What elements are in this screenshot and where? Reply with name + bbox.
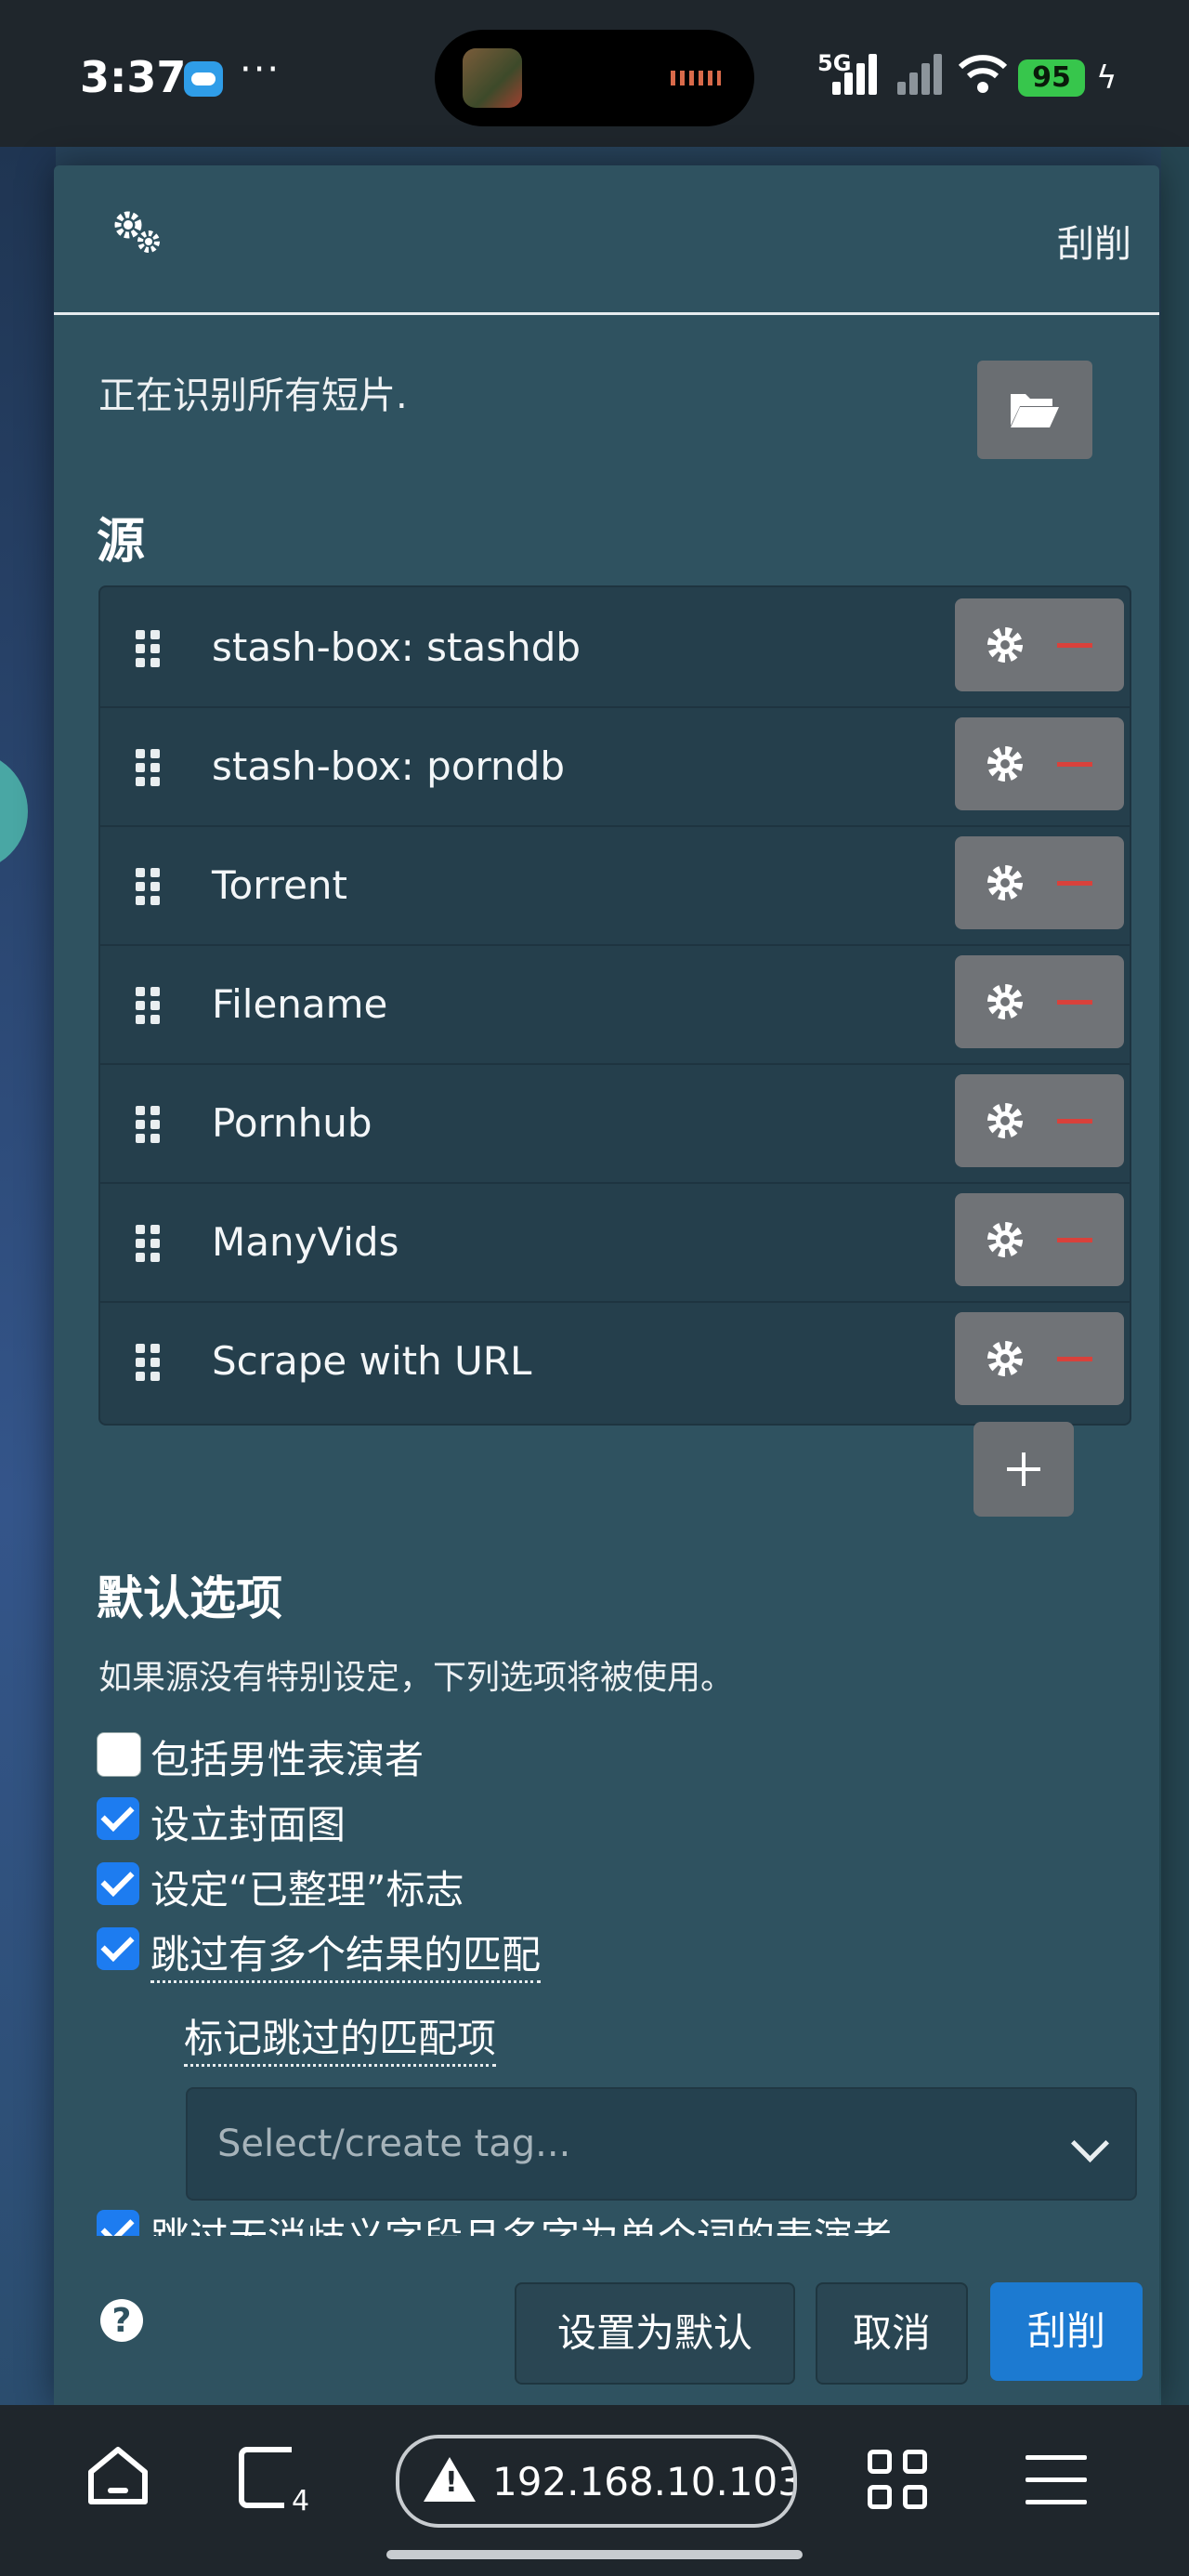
- drag-handle-icon[interactable]: [136, 987, 163, 1024]
- signal-secondary-icon: [897, 54, 946, 95]
- source-actions: [955, 1193, 1124, 1286]
- clock: 3:37: [80, 52, 187, 102]
- remove-icon[interactable]: [1057, 1000, 1092, 1005]
- set-default-button[interactable]: 设置为默认: [515, 2282, 795, 2385]
- drag-handle-icon[interactable]: [136, 1106, 163, 1143]
- background-sidebar: [0, 147, 56, 2405]
- option-label: 跳过有多个结果的匹配: [150, 1924, 542, 1983]
- skipped-tag-label: 标记跳过的匹配项: [184, 2007, 497, 2067]
- scrape-button[interactable]: 刮削: [990, 2282, 1143, 2381]
- source-row-filename[interactable]: Filename: [100, 944, 1130, 1065]
- source-row-pornhub[interactable]: Pornhub: [100, 1063, 1130, 1184]
- gear-icon[interactable]: [985, 743, 1026, 784]
- source-actions: [955, 1074, 1124, 1167]
- source-label: Torrent: [212, 862, 348, 908]
- source-actions: [955, 1312, 1124, 1405]
- source-row-stashdb[interactable]: stash-box: stashdb: [100, 587, 1130, 708]
- tag-select-placeholder: Select/create tag...: [217, 2123, 571, 2165]
- checkbox[interactable]: [97, 1927, 139, 1970]
- drag-handle-icon[interactable]: [136, 868, 163, 905]
- drag-handle-icon[interactable]: [136, 1225, 163, 1262]
- status-bar: 3:37 ··· 5G 95 ϟ: [0, 0, 1189, 147]
- source-label: Scrape with URL: [212, 1338, 532, 1384]
- source-label: stash-box: stashdb: [212, 624, 581, 670]
- tag-select[interactable]: Select/create tag...: [186, 2087, 1137, 2201]
- more-dots-icon: ···: [240, 48, 281, 91]
- url-bar[interactable]: 192.168.10.103:9: [396, 2435, 797, 2528]
- source-label: stash-box: porndb: [212, 743, 565, 789]
- app-thumbnail-icon: [463, 48, 522, 108]
- checkbox[interactable]: [97, 1732, 141, 1777]
- option-label: 设定“已整理”标志: [150, 1867, 464, 1912]
- gear-icon[interactable]: [985, 1100, 1026, 1141]
- scrape-modal: 刮削 正在识别所有短片. 源 stash-box: stashdb stash-…: [54, 165, 1159, 2405]
- source-actions: [955, 717, 1124, 810]
- remove-icon[interactable]: [1057, 1357, 1092, 1361]
- browser-toolbar: 4 192.168.10.103:9: [0, 2405, 1189, 2576]
- gear-icon[interactable]: [985, 1219, 1026, 1260]
- sources-heading: 源: [97, 514, 146, 570]
- source-label: Filename: [212, 981, 388, 1027]
- checkbox[interactable]: [97, 1862, 139, 1905]
- remove-icon[interactable]: [1057, 643, 1092, 648]
- gear-icon[interactable]: [985, 981, 1026, 1022]
- modal-footer: ? 设置为默认 取消 刮削: [54, 2236, 1159, 2405]
- remove-icon[interactable]: [1057, 1119, 1092, 1124]
- remove-icon[interactable]: [1057, 762, 1092, 767]
- defaults-heading: 默认选项: [97, 1571, 282, 1625]
- source-actions: [955, 836, 1124, 929]
- url-text: 192.168.10.103:9: [492, 2459, 793, 2504]
- background-scrollbar: [1161, 147, 1189, 2405]
- source-actions: [955, 955, 1124, 1048]
- cloud-icon: [184, 61, 223, 97]
- charging-icon: ϟ: [1096, 59, 1117, 97]
- modal-subtitle: 正在识别所有短片.: [98, 375, 408, 417]
- option-label: 设立封面图: [150, 1802, 346, 1847]
- checkbox[interactable]: [97, 1797, 139, 1840]
- drag-handle-icon[interactable]: [136, 1344, 163, 1381]
- drag-handle-icon[interactable]: [136, 749, 163, 786]
- modal-title: 刮削: [1057, 223, 1131, 266]
- cogs-icon: [114, 211, 160, 253]
- drag-handle-icon[interactable]: [136, 630, 163, 667]
- source-row-url[interactable]: Scrape with URL: [100, 1301, 1130, 1420]
- source-label: Pornhub: [212, 1100, 372, 1146]
- modal-header: 刮削: [54, 165, 1159, 315]
- option-label: 包括男性表演者: [150, 1737, 425, 1782]
- remove-icon[interactable]: [1057, 881, 1092, 886]
- folder-open-icon: [1011, 394, 1059, 427]
- gear-icon[interactable]: [985, 862, 1026, 903]
- menu-icon[interactable]: [1026, 2455, 1087, 2507]
- source-actions: [955, 598, 1124, 691]
- gear-icon[interactable]: [985, 1338, 1026, 1379]
- source-row-torrent[interactable]: Torrent: [100, 825, 1130, 946]
- remove-icon[interactable]: [1057, 1238, 1092, 1242]
- battery-level: 95: [1018, 59, 1085, 97]
- cancel-button[interactable]: 取消: [816, 2282, 968, 2385]
- signal-icon: [832, 54, 881, 95]
- source-list: stash-box: stashdb stash-box: porndb Tor…: [98, 585, 1131, 1426]
- warning-icon: [424, 2457, 476, 2502]
- defaults-description: 如果源没有特别设定，下列选项将被使用。: [98, 1659, 735, 1697]
- grid-icon[interactable]: [868, 2450, 933, 2515]
- tab-count: 4: [292, 2485, 310, 2517]
- home-icon[interactable]: [85, 2444, 150, 2509]
- home-indicator[interactable]: [386, 2550, 803, 2559]
- help-icon[interactable]: ?: [100, 2299, 143, 2342]
- source-label: ManyVids: [212, 1219, 399, 1265]
- add-source-button[interactable]: [973, 1422, 1074, 1517]
- folder-button[interactable]: [977, 361, 1092, 459]
- chevron-down-icon[interactable]: [1070, 2123, 1110, 2163]
- audio-wave-icon: [671, 71, 721, 85]
- source-row-porndb[interactable]: stash-box: porndb: [100, 706, 1130, 827]
- dynamic-island: [435, 30, 754, 126]
- source-row-manyvids[interactable]: ManyVids: [100, 1182, 1130, 1303]
- gear-icon[interactable]: [985, 624, 1026, 665]
- wifi-icon: [958, 55, 1008, 93]
